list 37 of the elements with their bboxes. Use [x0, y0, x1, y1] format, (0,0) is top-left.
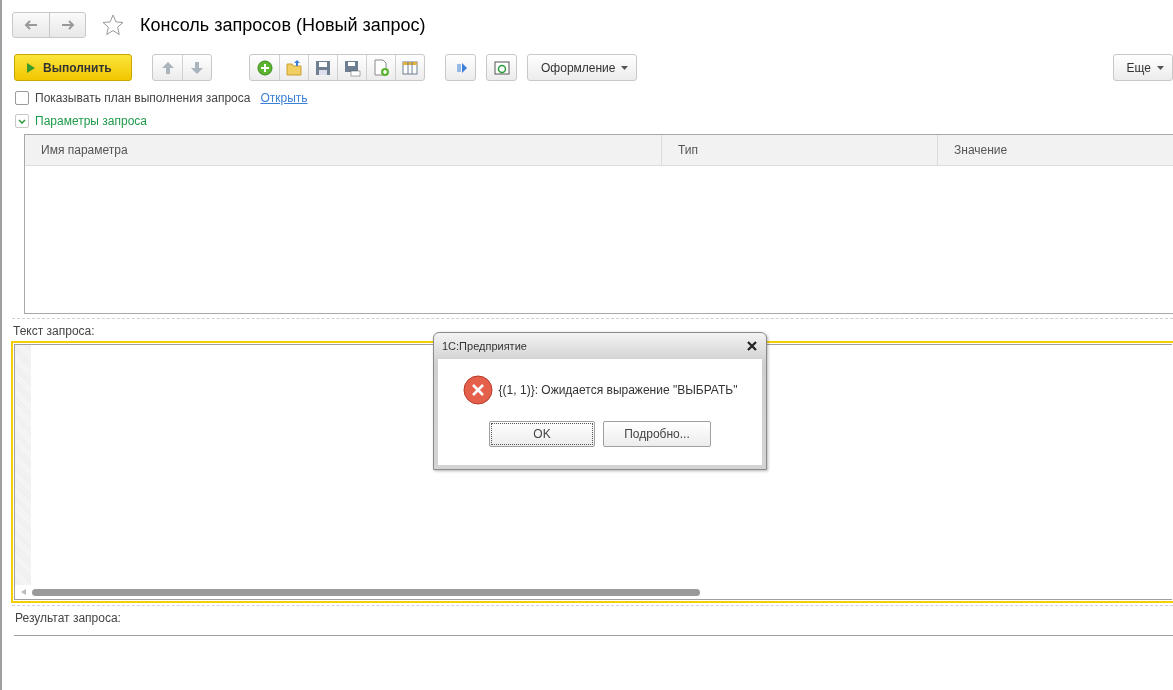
checkbox-label: Показывать план выполнения запроса	[35, 91, 251, 105]
run-button[interactable]: Выполнить	[14, 54, 132, 81]
columns-icon	[401, 58, 419, 77]
refresh-window-icon	[492, 58, 511, 77]
folder-icon	[285, 58, 303, 77]
step-button[interactable]	[445, 54, 476, 81]
query-text-label: Текст запроса:	[13, 324, 95, 338]
design-menu-button[interactable]: Оформление	[527, 54, 638, 81]
caret-icon	[1157, 65, 1164, 70]
document-plus-icon	[372, 58, 390, 77]
scrollbar-thumb[interactable]	[32, 588, 700, 596]
collapse-toggle[interactable]	[15, 114, 29, 128]
error-message: {(1, 1)}: Ожидается выражение "ВЫБРАТЬ"	[498, 383, 738, 397]
checkbox[interactable]	[15, 91, 29, 105]
column-header[interactable]: Имя параметра	[25, 135, 661, 165]
section-title: Параметры запроса	[35, 114, 147, 128]
floppy-disk-icon	[343, 58, 361, 77]
plus-icon	[255, 58, 274, 77]
play-icon	[27, 62, 35, 73]
more-menu-button[interactable]: Еще	[1112, 54, 1173, 81]
star-icon[interactable]	[102, 14, 124, 36]
close-button[interactable]	[746, 340, 758, 352]
window-title: Консоль запросов (Новый запрос)	[140, 14, 426, 36]
dialog-title: 1С:Предприятие	[442, 340, 527, 352]
dialog-button[interactable]: OK	[489, 421, 595, 447]
refresh-button[interactable]	[486, 54, 517, 81]
dialog-button[interactable]: Подробно...	[603, 421, 711, 447]
query-result-label: Результат запроса:	[15, 611, 121, 625]
open-link[interactable]: Открыть	[260, 91, 308, 105]
column-header[interactable]: Тип	[661, 135, 937, 165]
left-arrow-icon	[24, 20, 38, 30]
caret-icon	[621, 65, 629, 70]
column-header[interactable]: Значение	[937, 135, 1173, 165]
error-icon	[462, 375, 493, 405]
right-arrow-icon	[60, 20, 75, 30]
chevron-icon	[18, 118, 26, 124]
scroll-left-icon	[21, 589, 26, 595]
